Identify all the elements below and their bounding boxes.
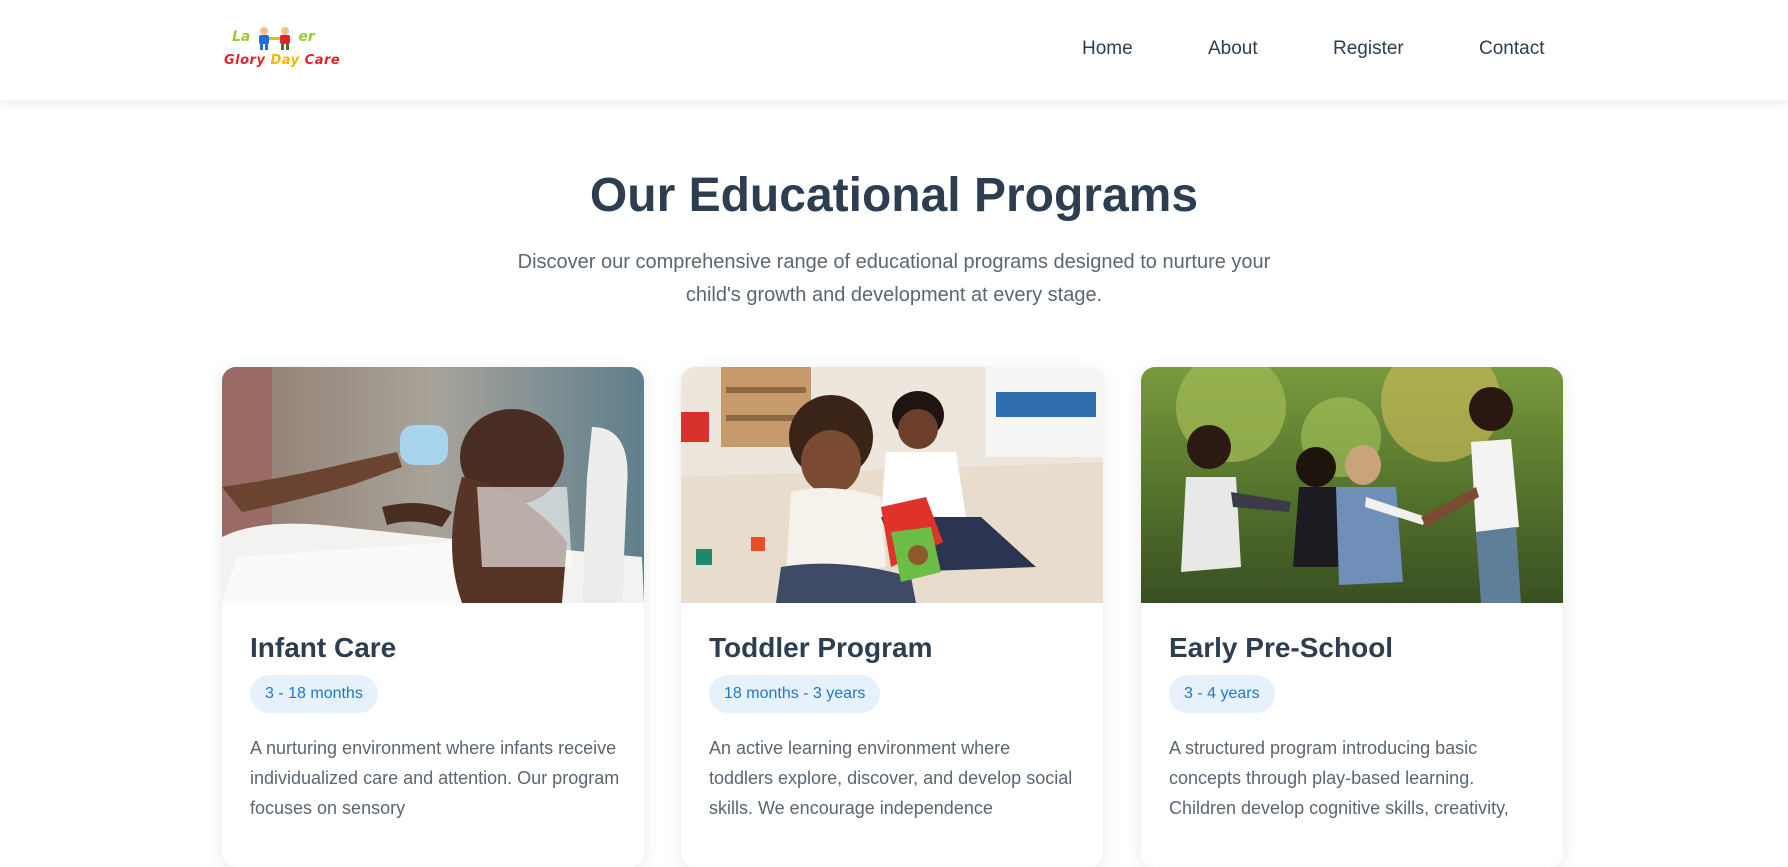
nav-link-register[interactable]: Register [1333, 38, 1404, 60]
section-subtitle: Discover our comprehensive range of educ… [517, 251, 1271, 306]
program-card-description: A structured program introducing basic c… [1169, 738, 1509, 818]
main-nav: Home About Register Contact [0, 38, 1788, 64]
age-range-badge: 3 - 4 years [1169, 675, 1275, 713]
program-card-infant-care[interactable]: Infant Care 3 - 18 months A nurturing en… [222, 367, 644, 867]
section-title: Our Educational Programs [589, 169, 1199, 222]
age-range-badge: 18 months - 3 years [709, 675, 881, 713]
nav-link-about[interactable]: About [1208, 38, 1258, 60]
navbar: La er Glory Day Care Home About Register … [0, 0, 1788, 100]
program-image-outdoor-play [1141, 367, 1563, 603]
program-card-description: An active learning environment where tod… [709, 738, 1073, 818]
program-card-title: Infant Care [250, 632, 397, 663]
age-range-badge: 3 - 18 months [250, 675, 378, 713]
program-card-description: A nurturing environment where infants re… [250, 738, 620, 818]
program-image-infant [222, 367, 644, 603]
program-card-title: Early Pre-School [1169, 632, 1394, 663]
program-card-title: Toddler Program [709, 632, 933, 663]
program-image-toddlers [681, 367, 1103, 603]
program-card-early-pre-school[interactable]: Early Pre-School 3 - 4 years A structure… [1141, 367, 1563, 867]
program-card-toddler-program[interactable]: Toddler Program 18 months - 3 years An a… [681, 367, 1103, 867]
nav-link-contact[interactable]: Contact [1479, 38, 1544, 60]
nav-link-home[interactable]: Home [1082, 38, 1133, 60]
